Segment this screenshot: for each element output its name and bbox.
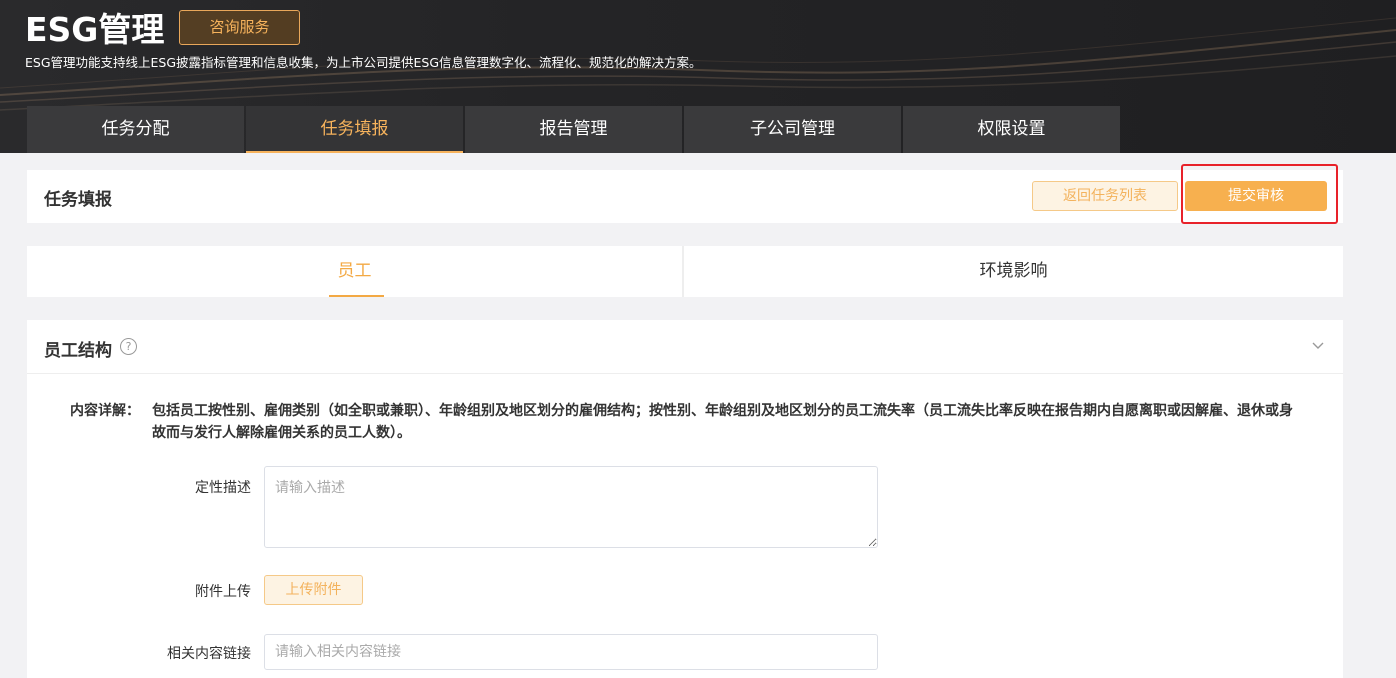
nav-item-subsidiary-manage[interactable]: 子公司管理 [684,106,901,153]
upload-attachment-button[interactable]: 上传附件 [264,575,363,605]
nav-item-permission-settings[interactable]: 权限设置 [903,106,1120,153]
main-nav: 任务分配 任务填报 报告管理 子公司管理 权限设置 [27,106,1122,153]
tab-employee-label: 员工 [337,261,372,281]
chevron-down-icon[interactable] [1310,337,1326,353]
upload-label: 附件上传 [195,584,251,600]
tab-environment[interactable]: 环境影响 [684,246,1343,297]
task-header-card: 任务填报 返回任务列表 提交审核 [27,170,1343,223]
link-label: 相关内容链接 [167,646,251,662]
nav-item-report-manage[interactable]: 报告管理 [465,106,682,153]
content-detail: 内容详解： 包括员工按性别、雇佣类别（如全职或兼职）、年龄组别及地区划分的雇佣结… [70,400,1300,444]
nav-item-task-fill[interactable]: 任务填报 [246,106,463,153]
section-head: 员工结构 ? [27,320,1343,374]
question-circle-icon[interactable]: ? [120,338,137,355]
submit-review-button[interactable]: 提交审核 [1185,181,1327,211]
tab-employee[interactable]: 员工 [27,246,684,297]
desc-label: 定性描述 [195,480,251,496]
employee-structure-card: 员工结构 ? 内容详解： 包括员工按性别、雇佣类别（如全职或兼职）、年龄组别及地… [27,320,1343,678]
hero-description: ESG管理功能支持线上ESG披露指标管理和信息收集，为上市公司提供ESG信息管理… [25,55,702,70]
nav-item-task-assign[interactable]: 任务分配 [27,106,244,153]
section-header-title: 任务填报 [44,190,112,210]
category-tabs: 员工 环境影响 [27,246,1343,297]
detail-label: 内容详解： [70,403,140,419]
desc-textarea[interactable] [264,466,878,548]
consult-service-button[interactable]: 咨询服务 [179,10,300,45]
back-to-task-list-button[interactable]: 返回任务列表 [1032,181,1178,211]
active-tab-underline [329,295,384,297]
link-input[interactable] [264,634,878,670]
detail-text: 包括员工按性别、雇佣类别（如全职或兼职）、年龄组别及地区划分的雇佣结构；按性别、… [152,403,1293,441]
page-title: ESG管理 [25,10,165,49]
section-title: 员工结构 [44,341,112,361]
